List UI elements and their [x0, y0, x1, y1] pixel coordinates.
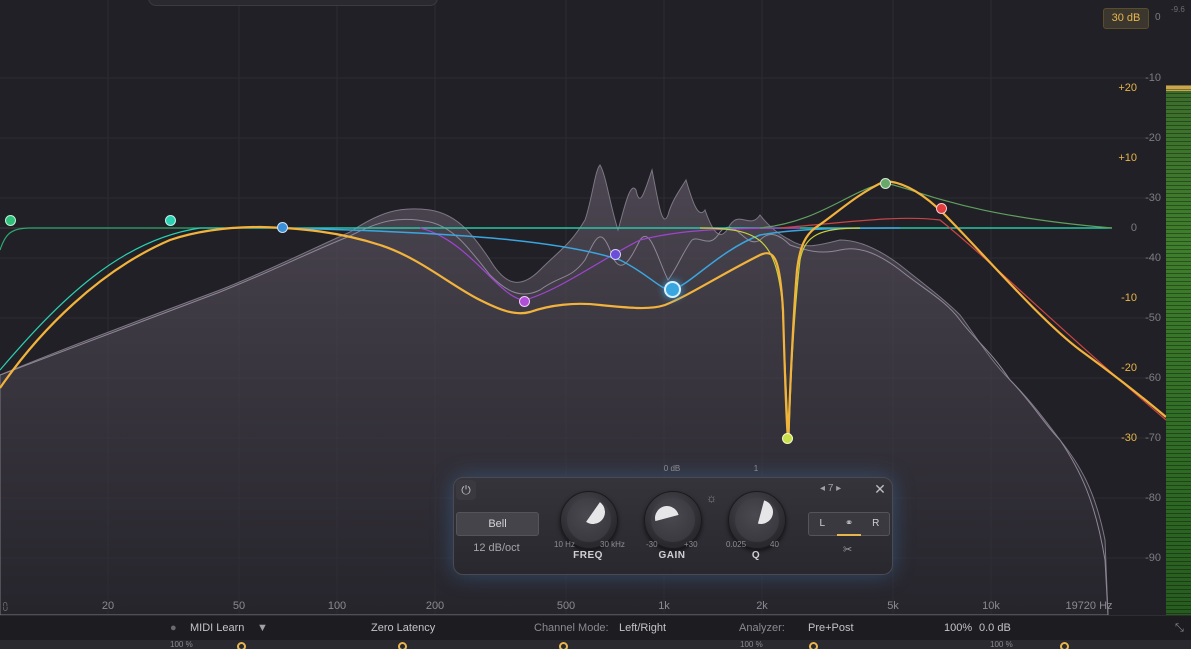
meter-peak-readout: -9.6 [1171, 5, 1185, 14]
stereo-link-icon[interactable]: ⚭ [836, 513, 863, 535]
next-band-icon[interactable]: ▸ [836, 483, 841, 494]
band-node-red[interactable] [936, 203, 947, 214]
freq-axis-label: 2k [756, 600, 768, 612]
band-node-low-shelf[interactable] [165, 215, 176, 226]
q-knob-min: 0.025 [726, 540, 747, 549]
gain-knob-label: GAIN [658, 550, 686, 561]
gain-scale-label: +20 [1118, 82, 1137, 94]
resize-icon[interactable]: ⤡ [1175, 622, 1184, 635]
freq-knob-face [567, 498, 611, 542]
gain-knob-min: -30 [646, 540, 658, 549]
right-channel-button[interactable]: R [862, 513, 889, 535]
stereo-active-indicator [837, 534, 861, 536]
strip-knob[interactable] [398, 642, 407, 649]
db-scale-label: -10 [1145, 72, 1161, 84]
frequency-axis-glyph-icon: ⩇ [3, 602, 8, 613]
previous-band-icon[interactable]: ◂ [820, 483, 825, 494]
q-knob-face [735, 498, 779, 542]
q-knob-indicator [745, 496, 778, 529]
gain-scale-label: -20 [1121, 362, 1137, 374]
db-scale-label: -90 [1145, 552, 1161, 564]
midi-led-icon: ● [170, 622, 177, 634]
left-channel-button[interactable]: L [809, 513, 836, 535]
freq-axis-label: 200 [425, 600, 445, 612]
freq-knob-indicator [579, 498, 607, 526]
stereo-placement-group: L ⚭ R [808, 512, 890, 536]
freq-axis-label: 1k [658, 600, 670, 612]
midi-dropdown-icon[interactable]: ▼ [257, 622, 268, 634]
strip-value: 100 % [740, 640, 763, 649]
strip-knob[interactable] [237, 642, 246, 649]
band-settings-panel: ⏻ Bell 12 dB/oct 10 Hz 30 kHz FREQ 0 dB … [453, 464, 893, 575]
freq-axis-label: 10k [982, 600, 1000, 612]
freq-knob-max: 30 kHz [600, 540, 625, 549]
meter-zero-label: 0 [1155, 12, 1161, 23]
analyzer-label: Analyzer: [739, 622, 785, 634]
band-node-green[interactable] [880, 178, 891, 189]
band-node-violet[interactable] [610, 249, 621, 260]
output-gain-value[interactable]: 0.0 dB [979, 622, 1011, 634]
gain-knob-face [651, 498, 695, 542]
strip-value: 100 % [990, 640, 1013, 649]
gain-knob-indicator [651, 502, 684, 535]
latency-mode-button[interactable]: Zero Latency [371, 622, 435, 634]
band-lowcut-curve [0, 227, 1112, 251]
band-power-icon[interactable]: ⏻ [456, 480, 476, 500]
midi-learn-button[interactable]: MIDI Learn [190, 622, 244, 634]
scissors-icon[interactable]: ✂ [843, 543, 852, 556]
db-scale-label: -50 [1145, 312, 1161, 324]
filter-slope-label[interactable]: 12 dB/oct [456, 542, 537, 554]
band-node-lowcut[interactable] [5, 215, 16, 226]
freq-axis-label: 50 [232, 600, 246, 612]
close-icon[interactable]: ✕ [872, 481, 888, 497]
freq-axis-label: 5k [887, 600, 899, 612]
strip-knob[interactable] [1060, 642, 1069, 649]
display-range-button[interactable]: 30 dB [1103, 8, 1149, 29]
db-scale-label: -20 [1145, 132, 1161, 144]
top-toolbar-handle[interactable] [148, 0, 438, 6]
gain-scale-label: -30 [1121, 432, 1137, 444]
gain-knob-max: +30 [684, 540, 698, 549]
output-level-meter [1166, 85, 1191, 615]
freq-knob-min: 10 Hz [554, 540, 575, 549]
freq-knob-label: FREQ [573, 550, 603, 561]
channel-mode-value[interactable]: Left/Right [619, 622, 666, 634]
db-scale-label: 0 [1130, 222, 1137, 234]
analyzer-value[interactable]: Pre+Post [808, 622, 854, 634]
bottom-bar: ● MIDI Learn ▼ Zero Latency Channel Mode… [0, 615, 1191, 641]
q-knob-label: Q [751, 550, 761, 561]
db-scale-label: -60 [1145, 372, 1161, 384]
db-scale-label: -70 [1145, 432, 1161, 444]
db-scale-label: -30 [1145, 192, 1161, 204]
freq-axis-label: 100 [327, 600, 347, 612]
db-scale-label: -40 [1145, 252, 1161, 264]
freq-axis-label: 500 [556, 600, 576, 612]
freq-axis-label: 20 [101, 600, 115, 612]
gear-icon[interactable]: ☼ [706, 491, 717, 505]
gain-scale-label: +10 [1118, 152, 1137, 164]
meter-segments [1166, 85, 1191, 615]
q-knob-max: 40 [770, 540, 779, 549]
band-node-selected[interactable] [664, 281, 681, 298]
zoom-value[interactable]: 100% [944, 622, 972, 634]
freq-axis-label: 19720 Hz [1065, 600, 1113, 612]
channel-mode-label: Channel Mode: [534, 622, 609, 634]
db-scale-label: -80 [1145, 492, 1161, 504]
gain-knob-center-label: 0 dB [663, 464, 681, 473]
strip-knob[interactable] [559, 642, 568, 649]
band-node-purple[interactable] [519, 296, 530, 307]
gain-scale-label: -10 [1121, 292, 1137, 304]
band-number: 7 [827, 483, 834, 494]
q-knob-center-label: 1 [753, 464, 759, 473]
filter-shape-button[interactable]: Bell [456, 512, 539, 536]
band-node-notch[interactable] [782, 433, 793, 444]
eq-window: ⩇ 30 dB -9.6 0 -10 -20 -30 0 -40 -50 -60… [0, 0, 1191, 649]
band-navigator[interactable]: ◂ 7 ▸ [820, 483, 841, 494]
strip-value: 100 % [170, 640, 193, 649]
strip-knob[interactable] [809, 642, 818, 649]
band-node-blue-low[interactable] [277, 222, 288, 233]
